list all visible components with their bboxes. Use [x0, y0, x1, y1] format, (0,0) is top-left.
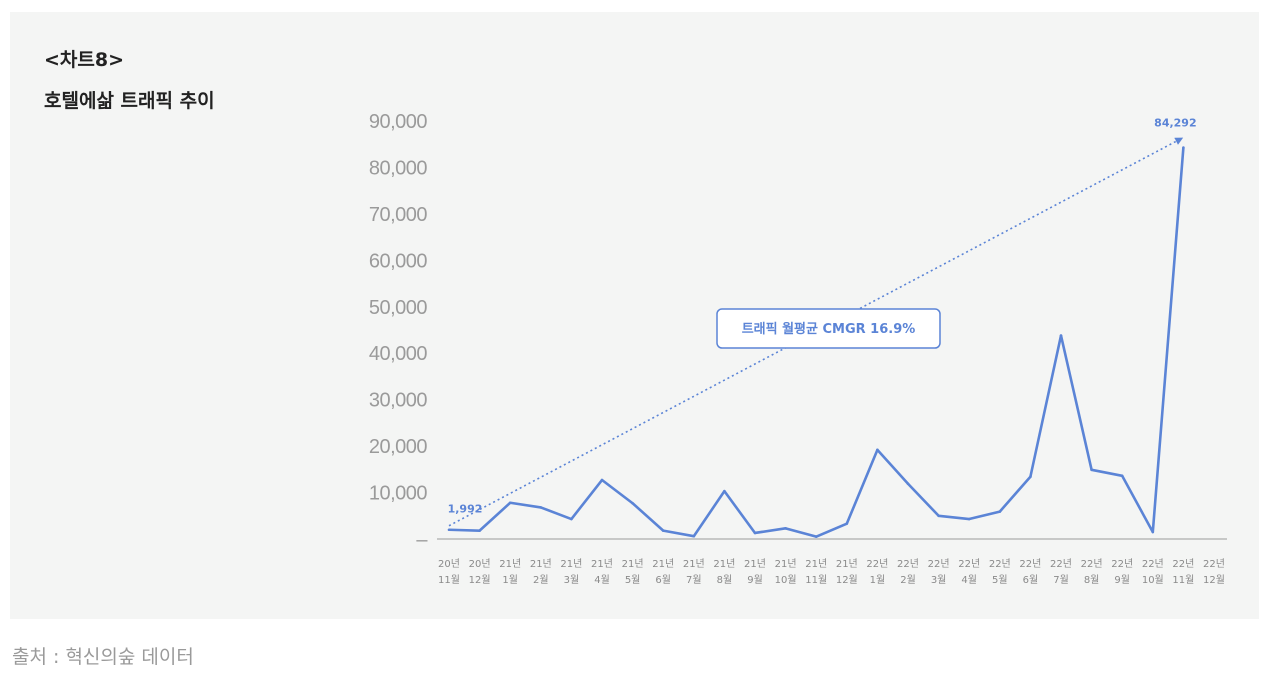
data-label-last: 84,292	[1154, 117, 1196, 130]
y-tick-label: 20,000	[369, 436, 428, 458]
x-tick-label: 21년 3월	[560, 558, 582, 586]
data-point	[478, 529, 481, 532]
x-tick-label: 22년 10월	[1142, 558, 1164, 586]
x-tick-label: 21년 6월	[652, 558, 674, 586]
cmgr-annotation: 트래픽 월평균 CMGR 16.9%	[716, 308, 941, 349]
data-point	[447, 528, 451, 532]
data-point	[508, 501, 512, 505]
x-tick-label: 22년 11월	[1172, 558, 1194, 586]
data-point	[631, 501, 634, 505]
data-point	[1120, 474, 1124, 478]
x-tick-label: 22년 7월	[1050, 558, 1072, 586]
y-tick-label: 50,000	[369, 297, 428, 319]
x-tick-label: 22년 5월	[989, 558, 1011, 586]
x-tick-label: 22년 8월	[1081, 558, 1103, 586]
data-point	[937, 514, 940, 518]
x-tick-label: 21년 8월	[713, 558, 735, 586]
y-tick-label: –	[416, 529, 428, 551]
y-tick-label: 70,000	[369, 204, 428, 226]
x-tick-label: 21년 11월	[805, 558, 827, 586]
x-tick-label: 22년 2월	[897, 558, 919, 586]
data-label-first: 1,992	[448, 503, 483, 516]
x-tick-label: 21년 2월	[530, 558, 552, 586]
x-tick-label: 21년 12월	[836, 558, 858, 586]
data-point	[1059, 334, 1063, 337]
x-tick-label: 22년 9월	[1111, 558, 1133, 586]
data-point	[600, 478, 604, 482]
data-point	[1182, 146, 1185, 149]
data-point	[845, 522, 849, 525]
y-tick-label: 90,000	[369, 111, 428, 133]
x-axis: 20년 11월 20년 12월 21년 1월 21년 2월 21년 3월 21년 4월 21년 5월 21년…	[438, 558, 1225, 586]
data-point	[723, 489, 726, 493]
data-point	[692, 534, 696, 538]
source-note: 출처 : 혁신의숲 데이터	[12, 646, 194, 668]
data-point	[906, 482, 910, 486]
data-point	[998, 510, 1002, 513]
x-tick-label: 21년 9월	[744, 558, 766, 586]
x-tick-label: 22년 12월	[1203, 558, 1225, 586]
traffic-line-chart: – 10,000 20,000 30,000 40,000 50,000 60,000 70,…	[369, 111, 1227, 586]
x-tick-label: 20년 11월	[438, 558, 460, 586]
data-point	[753, 531, 757, 535]
y-tick-label: 10,000	[369, 483, 428, 505]
x-tick-label: 21년 5월	[622, 558, 644, 586]
x-tick-label: 21년 7월	[683, 558, 705, 586]
data-point	[1090, 468, 1093, 472]
y-axis: – 10,000 20,000 30,000 40,000 50,000 60,000 70,…	[369, 111, 429, 551]
y-tick-label: 30,000	[369, 390, 428, 412]
x-tick-label: 20년 12월	[469, 558, 491, 586]
data-point	[539, 506, 543, 509]
x-tick-label: 21년 10월	[775, 558, 797, 586]
data-point	[661, 529, 665, 532]
x-tick-label: 21년 4월	[591, 558, 613, 586]
x-tick-label: 21년 1월	[499, 558, 521, 586]
y-tick-label: 60,000	[369, 250, 428, 272]
data-point	[876, 448, 879, 452]
data-point	[1029, 475, 1032, 479]
cmgr-annotation-text: 트래픽 월평균 CMGR 16.9%	[742, 321, 916, 337]
x-tick-label: 22년 3월	[928, 558, 950, 586]
y-tick-label: 40,000	[369, 343, 428, 365]
data-point	[1151, 530, 1155, 534]
data-point	[570, 517, 573, 521]
x-tick-label: 22년 4월	[958, 558, 980, 586]
data-point	[967, 517, 971, 521]
x-tick-label: 22년 6월	[1019, 558, 1041, 586]
data-point	[814, 535, 818, 538]
x-tick-label: 22년 1월	[866, 558, 888, 586]
data-point	[784, 527, 787, 530]
y-tick-label: 80,000	[369, 157, 428, 179]
